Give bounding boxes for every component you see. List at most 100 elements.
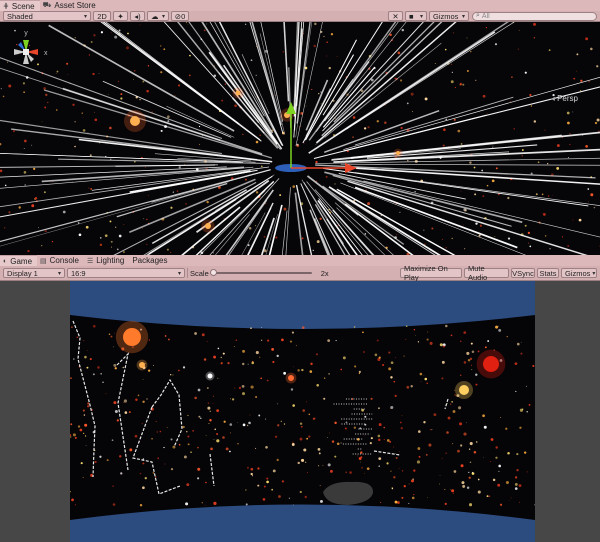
camera-dropdown[interactable]: ■ bbox=[405, 11, 427, 21]
tab-console[interactable]: ▤ Console bbox=[37, 255, 84, 266]
scene-tools-button[interactable]: ✕ bbox=[388, 11, 403, 21]
star-dot bbox=[519, 426, 522, 429]
star-dot bbox=[413, 493, 415, 496]
star-dot bbox=[400, 126, 403, 130]
grid-icon: ⋕ bbox=[3, 3, 9, 10]
star-streak bbox=[251, 22, 282, 126]
star-dot bbox=[234, 104, 237, 108]
tab-packages[interactable]: Packages bbox=[129, 255, 172, 266]
star-dot bbox=[94, 460, 97, 464]
star-dot bbox=[27, 249, 30, 253]
star-dot bbox=[426, 497, 428, 499]
star-dot bbox=[133, 69, 136, 72]
star-dot bbox=[330, 469, 333, 473]
star-dot bbox=[425, 453, 428, 456]
stats-toggle[interactable]: Stats bbox=[537, 268, 559, 278]
star-streak bbox=[336, 188, 456, 255]
star-dot bbox=[596, 118, 600, 122]
star-dot bbox=[245, 489, 247, 491]
star-dot bbox=[514, 476, 518, 479]
star-streak bbox=[285, 187, 291, 255]
tab-asset-store[interactable]: ⛟ Asset Store bbox=[40, 0, 101, 11]
star-dot bbox=[378, 438, 381, 442]
star-dot bbox=[486, 184, 489, 187]
hidden-objects-toggle[interactable]: ⊘ 0 bbox=[171, 11, 189, 21]
game-view[interactable] bbox=[0, 281, 600, 542]
tab-lighting[interactable]: ☰ Lighting bbox=[84, 255, 129, 266]
star-dot bbox=[4, 227, 6, 229]
star-streak bbox=[294, 192, 304, 255]
scene-audio-toggle[interactable]: ◂) bbox=[130, 11, 145, 21]
orientation-gizmo[interactable]: y x bbox=[0, 22, 52, 82]
star-dot bbox=[521, 149, 524, 151]
scene-effects-dropdown[interactable]: ☁ bbox=[147, 11, 169, 21]
star-dot bbox=[116, 419, 119, 422]
star-dot bbox=[225, 447, 229, 451]
star-dot bbox=[401, 415, 403, 417]
star-dot bbox=[297, 461, 300, 465]
star-dot bbox=[593, 206, 596, 209]
shading-mode-dropdown[interactable]: Shaded bbox=[3, 11, 91, 21]
star-dot bbox=[82, 116, 84, 118]
star-dot bbox=[205, 481, 207, 484]
toggle-2d-button[interactable]: 2D bbox=[93, 11, 111, 21]
star-dot bbox=[514, 362, 518, 366]
scene-gizmos-dropdown[interactable]: Gizmos bbox=[429, 11, 469, 21]
star-dot bbox=[23, 91, 25, 93]
scale-slider-knob[interactable] bbox=[209, 269, 217, 276]
display-dropdown[interactable]: Display 1 bbox=[3, 268, 65, 278]
star-dot bbox=[401, 28, 405, 32]
star-dot bbox=[62, 210, 66, 214]
star-dot bbox=[139, 472, 142, 475]
star-dot bbox=[303, 143, 305, 144]
star-dot bbox=[411, 111, 413, 113]
scene-lighting-toggle[interactable]: ✦ bbox=[113, 11, 128, 21]
star-dot bbox=[139, 24, 141, 26]
scene-search-input[interactable]: ⌕ All bbox=[472, 11, 597, 21]
star-dot bbox=[529, 93, 532, 97]
projection-toggle[interactable]: ◂ Persp bbox=[551, 94, 578, 103]
star-streak bbox=[333, 22, 435, 123]
star-dot bbox=[197, 467, 201, 471]
star-dot bbox=[403, 355, 405, 357]
star-dot bbox=[407, 159, 409, 162]
maximize-on-play-toggle[interactable]: Maximize On Play bbox=[400, 264, 462, 282]
star-dot bbox=[460, 464, 464, 468]
tab-game[interactable]: ◐ Game bbox=[0, 255, 38, 266]
mute-audio-toggle[interactable]: Mute Audio bbox=[464, 264, 509, 282]
star-dot bbox=[301, 237, 304, 240]
star-dot bbox=[120, 472, 123, 475]
star-dot bbox=[319, 485, 321, 487]
star-dot bbox=[87, 402, 90, 405]
star-dot bbox=[144, 166, 146, 168]
star-dot bbox=[468, 476, 471, 479]
vsync-toggle[interactable]: VSync bbox=[511, 268, 535, 278]
star-dot bbox=[288, 497, 291, 499]
shopping-cart-icon: ⛟ bbox=[42, 2, 52, 9]
star-dot bbox=[458, 406, 462, 410]
star-dot bbox=[378, 356, 381, 359]
aspect-dropdown[interactable]: 16:9 bbox=[67, 268, 185, 278]
star-dot bbox=[255, 225, 257, 227]
game-gizmos-dropdown[interactable]: Gizmos bbox=[561, 268, 597, 278]
tab-scene[interactable]: ⋕ Scene bbox=[0, 0, 40, 11]
star-dot bbox=[424, 377, 428, 381]
gizmo-center-cube[interactable] bbox=[23, 49, 29, 55]
star-dot bbox=[318, 452, 321, 455]
star-dot bbox=[457, 449, 460, 453]
glow-star bbox=[459, 385, 469, 395]
maximize-on-play-label: Maximize On Play bbox=[404, 264, 448, 282]
star-dot bbox=[303, 448, 307, 452]
display-label: Display 1 bbox=[7, 268, 38, 278]
star-dot bbox=[469, 461, 472, 463]
star-dot bbox=[450, 403, 452, 405]
star-dot bbox=[572, 219, 574, 221]
star-dot bbox=[451, 63, 453, 65]
scene-view[interactable]: y x ◂ Persp bbox=[0, 22, 600, 255]
star-dot bbox=[8, 84, 12, 88]
star-dot bbox=[271, 348, 274, 351]
scale-slider[interactable] bbox=[209, 269, 312, 276]
star-dot bbox=[492, 478, 496, 482]
star-dot bbox=[282, 50, 285, 53]
star-dot bbox=[255, 351, 259, 355]
